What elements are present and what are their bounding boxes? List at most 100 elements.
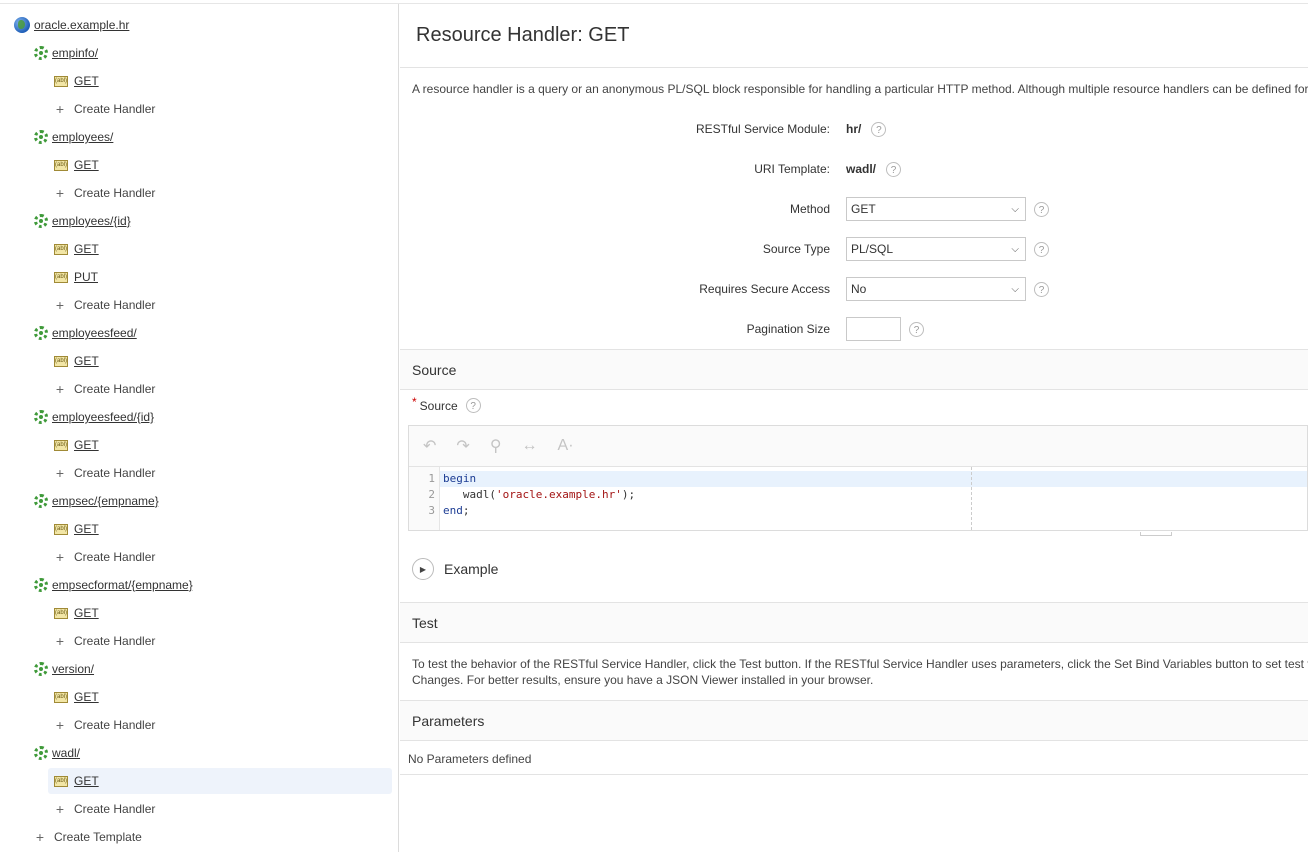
create-template-label: Create Template [54,830,142,844]
tree-template[interactable]: employees/ [34,124,113,150]
code-line: end; [443,504,470,517]
help-icon[interactable]: ? [886,161,902,177]
module-tree-panel: oracle.example.hr empinfo/ (abl) GET + Create… [0,4,399,852]
module-link[interactable]: oracle.example.hr [34,12,129,38]
test-description: To test the behavior of the RESTful Serv… [412,656,1308,688]
gear-icon [34,578,48,592]
tree-handler[interactable]: (abl) PUT [54,264,98,290]
code-token: 'oracle.example.hr' [495,488,622,501]
template-link[interactable]: wadl/ [52,740,80,766]
help-icon[interactable]: ? [465,398,481,413]
template-link[interactable]: empsecformat/{empname} [52,572,193,598]
tree-template[interactable]: empinfo/ [34,40,98,66]
page-title: Resource Handler: GET [416,24,630,46]
tree-template[interactable]: empsecformat/{empname} [34,572,193,598]
template-link[interactable]: employeesfeed/ [52,320,137,346]
help-icon[interactable]: ? [1034,241,1049,257]
handler-link[interactable]: GET [74,600,99,626]
source-field-label: Source [419,398,458,413]
tree-handler[interactable]: (abl) GET [54,152,99,178]
create-template-link[interactable]: + Create Template [34,824,142,850]
create-handler-link[interactable]: + Create Handler [54,292,155,318]
help-icon[interactable]: ? [909,321,924,337]
template-link[interactable]: empsec/{empname} [52,488,159,514]
create-handler-link[interactable]: + Create Handler [54,460,155,486]
help-icon[interactable]: ? [1034,201,1049,217]
template-link[interactable]: employees/ [52,124,113,150]
replace-icon[interactable]: ↔ [522,437,538,455]
code-line: begin [443,472,476,485]
parameters-section-header: Parameters [400,700,1308,741]
create-handler-link[interactable]: + Create Handler [54,96,155,122]
font-size-icon[interactable]: A· [558,437,574,455]
handler-link[interactable]: GET [74,152,99,178]
help-icon[interactable]: ? [1034,281,1049,297]
current-line-highlight [440,471,1307,487]
tree-template[interactable]: employeesfeed/ [34,320,137,346]
search-icon[interactable]: ⚲ [490,436,502,456]
code-token: wadl( [443,488,496,501]
pagination-row: Pagination Size ? [400,316,1308,342]
handler-link[interactable]: GET [74,236,99,262]
template-link[interactable]: employees/{id} [52,208,131,234]
code-token: begin [443,472,477,485]
tree-handler[interactable]: (abl) GET [54,348,99,374]
create-handler-label: Create Handler [74,466,156,480]
tree-handler[interactable]: (abl) GET [54,236,99,262]
handler-icon: (abl) [54,439,68,451]
method-select[interactable]: GET ⌵ [846,197,1026,221]
create-handler-link[interactable]: + Create Handler [54,544,155,570]
code-editor[interactable]: ↶ ↷ ⚲ ↔ A· 1 begin 2 wadl('oracle.example.… [408,425,1308,531]
undo-icon[interactable]: ↶ [423,436,436,456]
handler-link[interactable]: GET [74,348,99,374]
handler-link[interactable]: GET [74,68,99,94]
source-section-header: Source [400,349,1308,390]
pagination-size-input[interactable] [846,317,901,341]
create-handler-link[interactable]: + Create Handler [54,796,155,822]
template-link[interactable]: empinfo/ [52,40,98,66]
tree-template[interactable]: empsec/{empname} [34,488,159,514]
redo-icon[interactable]: ↷ [456,436,469,456]
tree-template[interactable]: wadl/ [34,740,80,766]
create-handler-link[interactable]: + Create Handler [54,180,155,206]
page-header: Resource Handler: GET [400,4,1308,68]
handler-link[interactable]: GET [74,516,99,542]
method-label: Method [789,202,830,216]
chevron-down-icon: ⌵ [1011,283,1019,295]
handler-link[interactable]: PUT [74,264,98,290]
tree-template[interactable]: employees/{id} [34,208,131,234]
create-handler-link[interactable]: + Create Handler [54,628,155,654]
editor-resize-handle[interactable] [1140,532,1172,536]
source-type-select[interactable]: PL/SQL ⌵ [846,237,1026,261]
secure-access-select[interactable]: No ⌵ [846,277,1026,301]
tree-template[interactable]: version/ [34,656,94,682]
tree-handler[interactable]: (abl) GET [54,516,99,542]
code-area[interactable]: 1 begin 2 wadl('oracle.example.hr'); 3 end; [409,467,1307,530]
handler-icon: (abl) [54,271,68,283]
method-row: Method GET ⌵ ? [400,196,1308,222]
tree-template[interactable]: employeesfeed/{id} [34,404,154,430]
line-number: 1 [428,472,435,485]
handler-link[interactable]: GET [74,432,99,458]
tree-handler[interactable]: (abl) GET [54,68,99,94]
create-handler-link[interactable]: + Create Handler [54,712,155,738]
play-icon: ▶ [412,558,434,580]
handler-link[interactable]: GET [74,684,99,710]
template-link[interactable]: employeesfeed/{id} [52,404,154,430]
tree-handler[interactable]: (abl) GET [48,768,392,794]
handler-icon: (abl) [54,523,68,535]
line-number: 3 [428,504,435,517]
handler-link[interactable]: GET [74,768,99,794]
tree-handler[interactable]: (abl) GET [54,600,99,626]
create-handler-label: Create Handler [74,298,156,312]
code-token: ; [462,504,470,517]
create-handler-link[interactable]: + Create Handler [54,376,155,402]
example-toggle[interactable]: ▶ Example [412,558,498,580]
tree-handler[interactable]: (abl) GET [54,684,99,710]
tree-root-module[interactable]: oracle.example.hr [14,12,129,38]
help-icon[interactable]: ? [871,121,887,137]
template-link[interactable]: version/ [52,656,94,682]
tree-handler[interactable]: (abl) GET [54,432,99,458]
gear-icon [34,326,48,340]
secure-access-row: Requires Secure Access No ⌵ ? [400,276,1308,302]
